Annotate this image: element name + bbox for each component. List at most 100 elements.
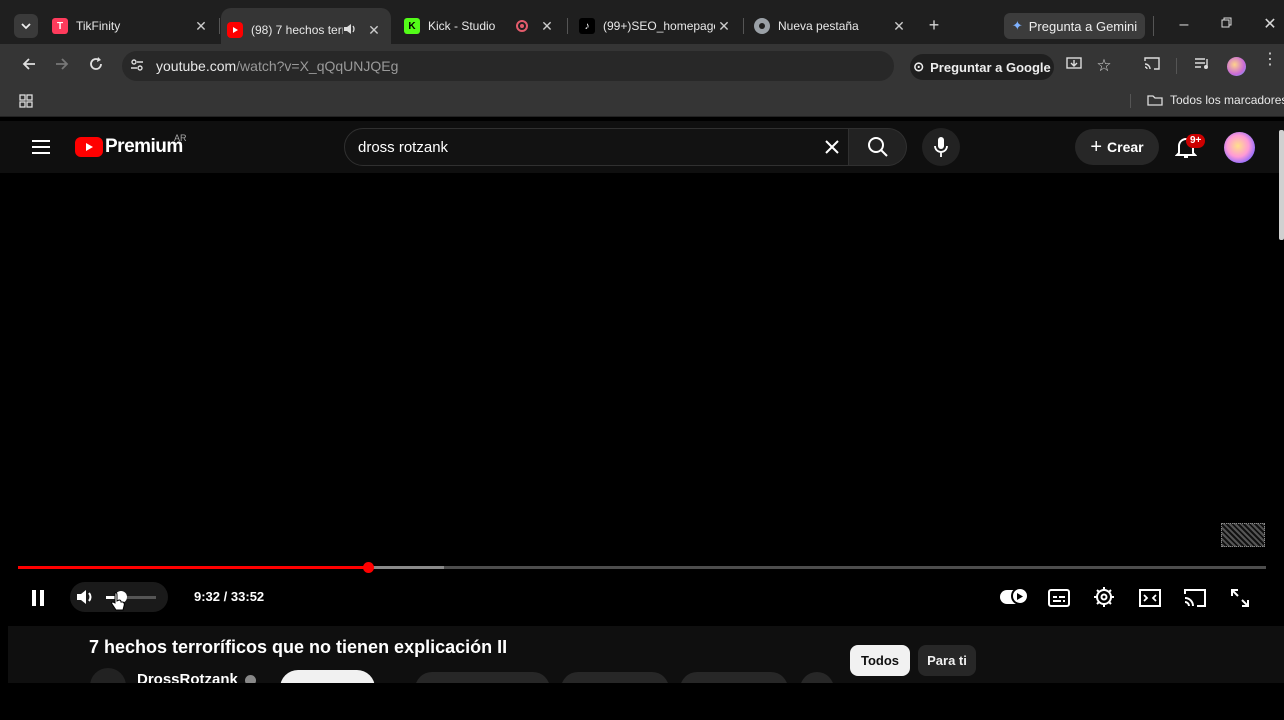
mute-button[interactable]	[72, 584, 98, 610]
divider	[1130, 94, 1131, 108]
pause-icon	[32, 590, 44, 606]
close-tab-icon[interactable]: ✕	[890, 18, 908, 35]
tab-seo-homepage[interactable]: ♪ (99+)SEO_homepage ✕	[573, 8, 741, 44]
microphone-icon	[934, 137, 948, 157]
divider	[1176, 58, 1177, 74]
account-avatar[interactable]	[1224, 132, 1255, 163]
pause-button[interactable]	[24, 584, 52, 612]
chrome-favicon-icon	[754, 18, 770, 34]
chip-para-ti[interactable]: Para ti	[918, 645, 976, 676]
time-separator: /	[223, 589, 228, 604]
bookmark-star-icon[interactable]: ☆	[1094, 56, 1114, 76]
restore-window-icon[interactable]	[1216, 15, 1236, 33]
folder-icon	[1147, 95, 1163, 106]
current-time: 9:32	[194, 589, 221, 604]
back-arrow-icon[interactable]	[19, 57, 39, 76]
fullscreen-icon	[1231, 589, 1249, 607]
chip-todos[interactable]: Todos	[850, 645, 910, 676]
progress-played	[18, 566, 369, 569]
search-button[interactable]	[849, 128, 907, 166]
browser-menu-icon[interactable]: ⋮	[1260, 52, 1280, 68]
tab-title: Kick - Studio	[428, 19, 496, 33]
country-code: AR	[174, 133, 187, 143]
settings-button[interactable]	[1091, 584, 1117, 610]
close-tab-icon[interactable]: ✕	[365, 22, 383, 39]
theater-mode-icon	[1139, 589, 1161, 607]
site-settings-icon[interactable]	[128, 58, 146, 77]
url-domain: youtube.com	[156, 58, 237, 74]
search-icon	[867, 137, 888, 157]
create-label: Crear	[1107, 139, 1144, 155]
tikfinity-favicon-icon: T	[52, 18, 68, 34]
tab-title: TikFinity	[76, 19, 121, 33]
divider	[1153, 16, 1154, 36]
autoplay-toggle-track	[1000, 587, 1029, 605]
profile-avatar-icon[interactable]	[1227, 57, 1246, 76]
new-tab-plus-icon[interactable]: +	[924, 15, 944, 36]
tab-title: (99+)SEO_homepage	[603, 19, 715, 33]
gemini-button[interactable]: ✦ Pregunta a Gemini	[1004, 13, 1145, 39]
cast-icon	[1184, 589, 1206, 607]
tab-divider	[743, 18, 744, 34]
notification-badge: 9+	[1186, 134, 1206, 148]
video-title: 7 hechos terroríficos que no tienen expl…	[89, 637, 508, 657]
subtitles-icon	[1048, 589, 1070, 607]
page-scrollbar-thumb[interactable]	[1279, 130, 1284, 240]
tab-nueva-pestana[interactable]: Nueva pestaña ✕	[748, 8, 916, 44]
subtitles-button[interactable]	[1046, 585, 1072, 611]
speaker-icon[interactable]	[343, 23, 361, 38]
time-display: 9:32 / 33:52	[194, 589, 264, 604]
cast-icon[interactable]	[1142, 57, 1162, 75]
logo-text: Premium	[105, 136, 183, 157]
tab-title: Nueva pestaña	[778, 19, 859, 33]
duration: 33:52	[230, 589, 265, 604]
close-tab-icon[interactable]: ✕	[538, 18, 556, 35]
close-tab-icon[interactable]: ✕	[715, 18, 733, 35]
recording-icon	[516, 20, 528, 32]
tab-search-button[interactable]	[14, 14, 38, 38]
reload-icon[interactable]	[86, 57, 106, 76]
cast-button[interactable]	[1182, 585, 1208, 611]
youtube-favicon-icon	[227, 22, 243, 38]
chevron-down-icon	[21, 23, 31, 30]
tab-divider	[219, 18, 220, 34]
create-button[interactable]: + Crear	[1075, 129, 1159, 165]
kick-favicon-icon: K	[404, 18, 420, 34]
gear-icon	[1094, 587, 1114, 607]
mouse-cursor-hand-icon	[110, 592, 126, 612]
channel-watermark[interactable]	[1221, 523, 1265, 547]
autoplay-toggle[interactable]	[999, 586, 1029, 608]
theater-mode-button[interactable]	[1137, 585, 1163, 611]
tab-kick-studio[interactable]: K Kick - Studio ✕	[398, 8, 564, 44]
bottom-letterbox	[0, 683, 1284, 720]
url-text[interactable]: youtube.com/watch?v=X_qQqUNJQEg	[156, 58, 398, 74]
voice-search-button[interactable]	[922, 128, 960, 166]
autoplay-play-icon	[1011, 587, 1029, 605]
forward-arrow-icon[interactable]	[52, 57, 72, 76]
tiktok-favicon-icon: ♪	[579, 18, 595, 34]
youtube-premium-logo[interactable]: Premium	[75, 136, 183, 158]
url-path: /watch?v=X_qQqUNJQEg	[236, 58, 399, 74]
volume-low-icon	[77, 590, 92, 604]
apps-grid-icon[interactable]	[19, 94, 33, 108]
close-window-icon[interactable]: ✕	[1260, 14, 1280, 34]
clear-search-icon[interactable]	[822, 137, 842, 157]
gemini-sparkle-icon: ✦	[1011, 18, 1023, 33]
tab-title: (98) 7 hechos terr	[251, 23, 343, 37]
fullscreen-button[interactable]	[1227, 585, 1253, 611]
search-input[interactable]	[358, 133, 798, 161]
video-player[interactable]	[8, 174, 1278, 626]
install-app-icon[interactable]	[1064, 57, 1084, 76]
media-controls-icon[interactable]	[1192, 57, 1212, 75]
gemini-label: Pregunta a Gemini	[1028, 18, 1138, 34]
all-bookmarks-label: Todos los marcadores	[1170, 93, 1284, 107]
hamburger-menu-icon[interactable]	[32, 139, 50, 155]
minimize-window-icon[interactable]: –	[1174, 16, 1194, 34]
all-bookmarks-button[interactable]: Todos los marcadores	[1147, 93, 1284, 107]
close-tab-icon[interactable]: ✕	[192, 18, 210, 35]
tab-tikfinity[interactable]: T TikFinity ✕	[46, 8, 218, 44]
ask-google-button[interactable]: ⊙ Preguntar a Google	[910, 54, 1054, 80]
youtube-play-logo-icon	[75, 137, 103, 157]
plus-icon: +	[1090, 136, 1103, 158]
tab-divider	[567, 18, 568, 34]
